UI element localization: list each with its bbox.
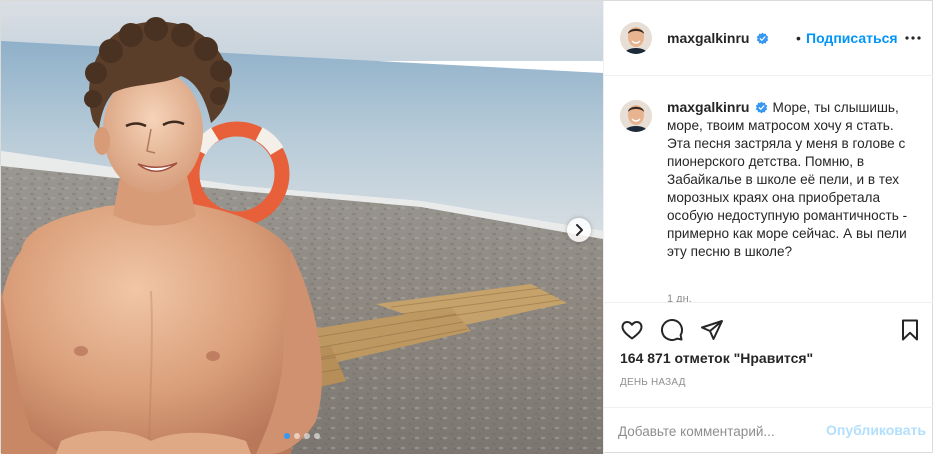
post-container: maxgalkinru • Подписаться maxgalkinru Мо… — [0, 0, 933, 454]
verified-badge-icon — [752, 30, 769, 48]
caption-text: maxgalkinru Море, ты слышишь, море, твоим… — [667, 98, 912, 261]
post-details-panel: maxgalkinru • Подписаться maxgalkinru Мо… — [603, 1, 933, 454]
bookmark-icon[interactable] — [898, 318, 922, 342]
comment-input[interactable] — [618, 421, 818, 441]
follow-button[interactable]: Подписаться — [806, 30, 898, 46]
username-link[interactable]: maxgalkinru — [667, 30, 749, 46]
more-options-icon[interactable] — [904, 29, 922, 47]
avatar-image — [620, 100, 652, 132]
action-bar — [604, 304, 933, 354]
comment-form: Опубликовать — [604, 407, 933, 454]
carousel-dot — [294, 433, 300, 439]
carousel-dot — [314, 433, 320, 439]
post-date[interactable]: ДЕНЬ НАЗАД — [620, 377, 686, 388]
publish-button[interactable]: Опубликовать — [826, 422, 926, 438]
photo-illustration — [1, 1, 603, 454]
separator-dot: • — [796, 30, 801, 46]
post-header: maxgalkinru • Подписаться — [604, 1, 933, 76]
verified-badge-icon — [756, 101, 768, 114]
carousel-dot — [304, 433, 310, 439]
next-photo-button[interactable] — [567, 218, 591, 242]
heart-icon[interactable] — [620, 318, 644, 342]
caption-body: Море, ты слышишь, море, твоим матросом х… — [667, 100, 908, 259]
comment-icon[interactable] — [660, 318, 684, 342]
carousel-indicator — [284, 433, 320, 439]
chevron-right-icon — [576, 224, 583, 236]
carousel-dot — [284, 433, 290, 439]
likes-count[interactable]: 164 871 отметок "Нравится" — [620, 350, 813, 366]
caption-timestamp[interactable]: 1 дн. — [667, 293, 692, 302]
caption-section: maxgalkinru Море, ты слышишь, море, твоим… — [604, 76, 933, 303]
share-icon[interactable] — [700, 318, 724, 342]
caption-username-link[interactable]: maxgalkinru — [667, 99, 749, 115]
post-photo[interactable] — [1, 1, 603, 454]
avatar-image — [620, 22, 652, 54]
avatar[interactable] — [620, 22, 652, 54]
avatar[interactable] — [620, 100, 652, 132]
